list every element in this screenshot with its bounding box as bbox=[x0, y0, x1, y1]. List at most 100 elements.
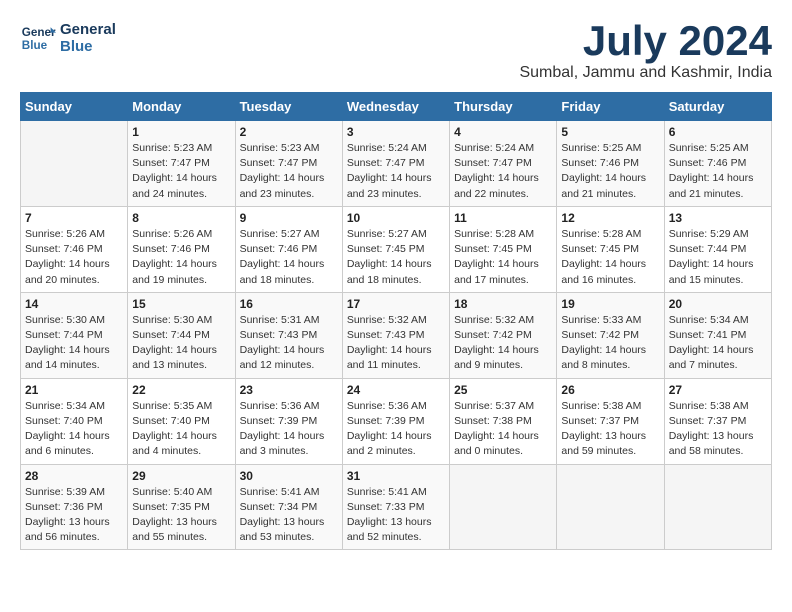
day-info: Sunrise: 5:37 AM Sunset: 7:38 PM Dayligh… bbox=[454, 399, 552, 460]
header-row: Sunday Monday Tuesday Wednesday Thursday… bbox=[21, 93, 772, 121]
day-number: 14 bbox=[25, 297, 123, 311]
week-row-1: 1Sunrise: 5:23 AM Sunset: 7:47 PM Daylig… bbox=[21, 121, 772, 207]
col-monday: Monday bbox=[128, 93, 235, 121]
day-number: 7 bbox=[25, 211, 123, 225]
col-saturday: Saturday bbox=[664, 93, 771, 121]
col-wednesday: Wednesday bbox=[342, 93, 449, 121]
day-number: 2 bbox=[240, 125, 338, 139]
day-info: Sunrise: 5:23 AM Sunset: 7:47 PM Dayligh… bbox=[132, 141, 230, 202]
day-cell: 29Sunrise: 5:40 AM Sunset: 7:35 PM Dayli… bbox=[128, 464, 235, 550]
day-info: Sunrise: 5:23 AM Sunset: 7:47 PM Dayligh… bbox=[240, 141, 338, 202]
day-info: Sunrise: 5:29 AM Sunset: 7:44 PM Dayligh… bbox=[669, 227, 767, 288]
day-number: 12 bbox=[561, 211, 659, 225]
col-friday: Friday bbox=[557, 93, 664, 121]
day-cell bbox=[664, 464, 771, 550]
week-row-3: 14 Sunrise: 5:30 AM Sunset: 7:44 PM Dayli… bbox=[21, 292, 772, 378]
day-number: 5 bbox=[561, 125, 659, 139]
page-header: General Blue General Blue July 2024 Sumb… bbox=[20, 20, 772, 82]
calendar-header: Sunday Monday Tuesday Wednesday Thursday… bbox=[21, 93, 772, 121]
day-info: Sunrise: 5:32 AM Sunset: 7:42 PM Dayligh… bbox=[454, 313, 552, 374]
week-row-4: 21 Sunrise: 5:34 AM Sunset: 7:40 PM Dayli… bbox=[21, 378, 772, 464]
day-cell bbox=[557, 464, 664, 550]
day-cell bbox=[450, 464, 557, 550]
day-cell: 18 Sunrise: 5:32 AM Sunset: 7:42 PM Dayli… bbox=[450, 292, 557, 378]
day-info: Sunrise: 5:28 AM Sunset: 7:45 PM Dayligh… bbox=[454, 227, 552, 288]
day-number: 4 bbox=[454, 125, 552, 139]
logo: General Blue General Blue bbox=[20, 20, 116, 56]
day-info: Sunrise: 5:30 AM Sunset: 7:44 PM Dayligh… bbox=[25, 313, 123, 374]
col-tuesday: Tuesday bbox=[235, 93, 342, 121]
day-cell: 27Sunrise: 5:38 AM Sunset: 7:37 PM Dayli… bbox=[664, 378, 771, 464]
day-cell: 25 Sunrise: 5:37 AM Sunset: 7:38 PM Dayli… bbox=[450, 378, 557, 464]
day-cell: 11 Sunrise: 5:28 AM Sunset: 7:45 PM Dayli… bbox=[450, 206, 557, 292]
day-cell: 1Sunrise: 5:23 AM Sunset: 7:47 PM Daylig… bbox=[128, 121, 235, 207]
day-number: 15 bbox=[132, 297, 230, 311]
day-cell: 26Sunrise: 5:38 AM Sunset: 7:37 PM Dayli… bbox=[557, 378, 664, 464]
day-info: Sunrise: 5:41 AM Sunset: 7:33 PM Dayligh… bbox=[347, 485, 445, 546]
day-info: Sunrise: 5:41 AM Sunset: 7:34 PM Dayligh… bbox=[240, 485, 338, 546]
day-info: Sunrise: 5:24 AM Sunset: 7:47 PM Dayligh… bbox=[347, 141, 445, 202]
day-number: 17 bbox=[347, 297, 445, 311]
day-number: 26 bbox=[561, 383, 659, 397]
day-number: 18 bbox=[454, 297, 552, 311]
day-cell: 3 Sunrise: 5:24 AM Sunset: 7:47 PM Daylig… bbox=[342, 121, 449, 207]
day-info: Sunrise: 5:26 AM Sunset: 7:46 PM Dayligh… bbox=[25, 227, 123, 288]
col-sunday: Sunday bbox=[21, 93, 128, 121]
day-info: Sunrise: 5:26 AM Sunset: 7:46 PM Dayligh… bbox=[132, 227, 230, 288]
day-number: 6 bbox=[669, 125, 767, 139]
day-info: Sunrise: 5:35 AM Sunset: 7:40 PM Dayligh… bbox=[132, 399, 230, 460]
day-number: 11 bbox=[454, 211, 552, 225]
day-number: 16 bbox=[240, 297, 338, 311]
day-number: 31 bbox=[347, 469, 445, 483]
day-info: Sunrise: 5:25 AM Sunset: 7:46 PM Dayligh… bbox=[669, 141, 767, 202]
day-cell: 9Sunrise: 5:27 AM Sunset: 7:46 PM Daylig… bbox=[235, 206, 342, 292]
day-number: 23 bbox=[240, 383, 338, 397]
day-info: Sunrise: 5:25 AM Sunset: 7:46 PM Dayligh… bbox=[561, 141, 659, 202]
col-thursday: Thursday bbox=[450, 93, 557, 121]
location-subtitle: Sumbal, Jammu and Kashmir, India bbox=[519, 64, 772, 82]
week-row-5: 28Sunrise: 5:39 AM Sunset: 7:36 PM Dayli… bbox=[21, 464, 772, 550]
day-cell: 24 Sunrise: 5:36 AM Sunset: 7:39 PM Dayli… bbox=[342, 378, 449, 464]
day-cell: 22Sunrise: 5:35 AM Sunset: 7:40 PM Dayli… bbox=[128, 378, 235, 464]
day-info: Sunrise: 5:34 AM Sunset: 7:41 PM Dayligh… bbox=[669, 313, 767, 374]
day-info: Sunrise: 5:36 AM Sunset: 7:39 PM Dayligh… bbox=[347, 399, 445, 460]
day-info: Sunrise: 5:27 AM Sunset: 7:45 PM Dayligh… bbox=[347, 227, 445, 288]
day-number: 30 bbox=[240, 469, 338, 483]
day-info: Sunrise: 5:39 AM Sunset: 7:36 PM Dayligh… bbox=[25, 485, 123, 546]
day-info: Sunrise: 5:40 AM Sunset: 7:35 PM Dayligh… bbox=[132, 485, 230, 546]
day-info: Sunrise: 5:24 AM Sunset: 7:47 PM Dayligh… bbox=[454, 141, 552, 202]
day-info: Sunrise: 5:33 AM Sunset: 7:42 PM Dayligh… bbox=[561, 313, 659, 374]
day-number: 13 bbox=[669, 211, 767, 225]
day-info: Sunrise: 5:36 AM Sunset: 7:39 PM Dayligh… bbox=[240, 399, 338, 460]
calendar-body: 1Sunrise: 5:23 AM Sunset: 7:47 PM Daylig… bbox=[21, 121, 772, 550]
day-cell bbox=[21, 121, 128, 207]
day-cell: 2 Sunrise: 5:23 AM Sunset: 7:47 PM Daylig… bbox=[235, 121, 342, 207]
day-info: Sunrise: 5:31 AM Sunset: 7:43 PM Dayligh… bbox=[240, 313, 338, 374]
week-row-2: 7 Sunrise: 5:26 AM Sunset: 7:46 PM Daylig… bbox=[21, 206, 772, 292]
title-area: July 2024 Sumbal, Jammu and Kashmir, Ind… bbox=[519, 20, 772, 82]
day-cell: 19 Sunrise: 5:33 AM Sunset: 7:42 PM Dayli… bbox=[557, 292, 664, 378]
day-cell: 28Sunrise: 5:39 AM Sunset: 7:36 PM Dayli… bbox=[21, 464, 128, 550]
day-cell: 31 Sunrise: 5:41 AM Sunset: 7:33 PM Dayli… bbox=[342, 464, 449, 550]
day-cell: 10 Sunrise: 5:27 AM Sunset: 7:45 PM Dayli… bbox=[342, 206, 449, 292]
logo-line1: General bbox=[60, 21, 116, 38]
month-title: July 2024 bbox=[519, 20, 772, 62]
day-info: Sunrise: 5:34 AM Sunset: 7:40 PM Dayligh… bbox=[25, 399, 123, 460]
day-number: 3 bbox=[347, 125, 445, 139]
day-cell: 30 Sunrise: 5:41 AM Sunset: 7:34 PM Dayli… bbox=[235, 464, 342, 550]
logo-icon: General Blue bbox=[20, 20, 56, 56]
day-cell: 7 Sunrise: 5:26 AM Sunset: 7:46 PM Daylig… bbox=[21, 206, 128, 292]
day-info: Sunrise: 5:32 AM Sunset: 7:43 PM Dayligh… bbox=[347, 313, 445, 374]
day-cell: 8Sunrise: 5:26 AM Sunset: 7:46 PM Daylig… bbox=[128, 206, 235, 292]
day-info: Sunrise: 5:28 AM Sunset: 7:45 PM Dayligh… bbox=[561, 227, 659, 288]
day-number: 25 bbox=[454, 383, 552, 397]
day-number: 24 bbox=[347, 383, 445, 397]
day-cell: 17 Sunrise: 5:32 AM Sunset: 7:43 PM Dayli… bbox=[342, 292, 449, 378]
day-number: 10 bbox=[347, 211, 445, 225]
day-number: 27 bbox=[669, 383, 767, 397]
day-cell: 20 Sunrise: 5:34 AM Sunset: 7:41 PM Dayli… bbox=[664, 292, 771, 378]
day-number: 21 bbox=[25, 383, 123, 397]
day-number: 19 bbox=[561, 297, 659, 311]
day-cell: 12 Sunrise: 5:28 AM Sunset: 7:45 PM Dayli… bbox=[557, 206, 664, 292]
day-number: 20 bbox=[669, 297, 767, 311]
